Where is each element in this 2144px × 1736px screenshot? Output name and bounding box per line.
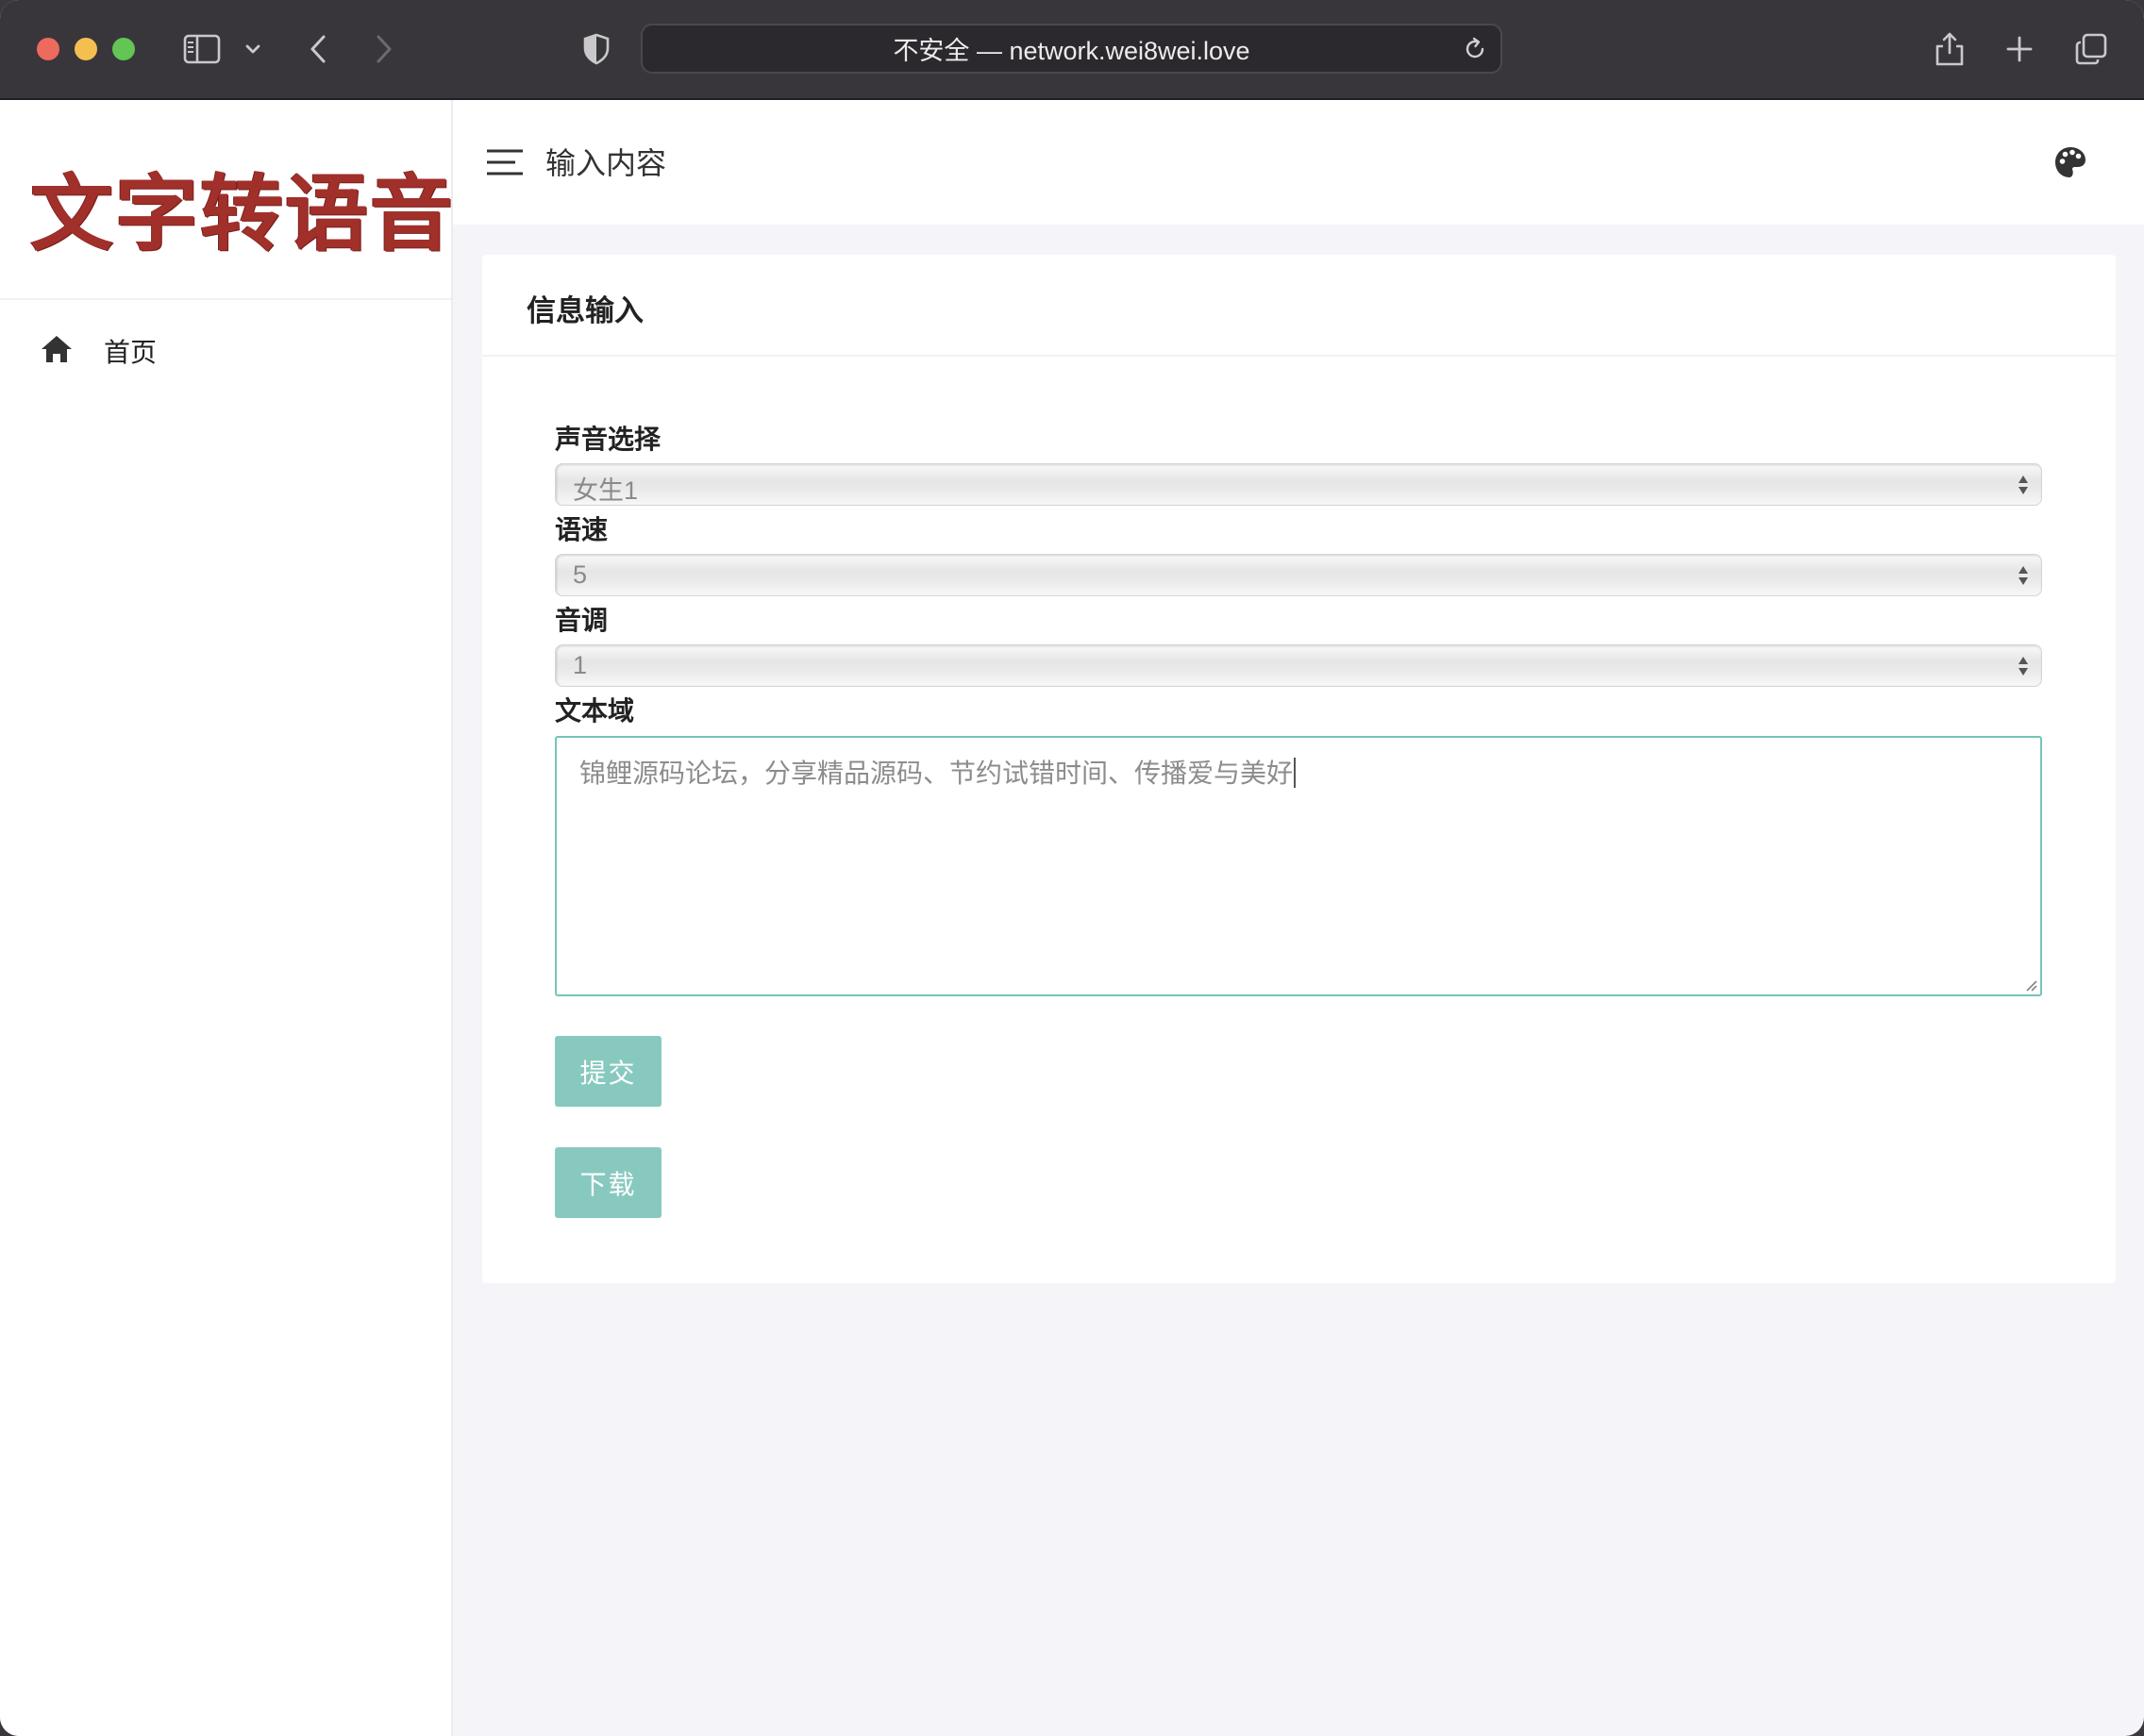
pitch-select[interactable]: 1 — [555, 644, 2042, 687]
tab-overview-icon[interactable] — [2072, 25, 2110, 74]
url-text: 不安全 — network.wei8wei.love — [893, 37, 1250, 65]
palette-icon[interactable] — [2053, 145, 2087, 183]
card-title: 信息输入 — [527, 294, 644, 328]
address-bar[interactable]: 不安全 — network.wei8wei.love — [641, 24, 1502, 74]
voice-label: 声音选择 — [555, 424, 662, 455]
voice-select[interactable]: 女生1 — [555, 463, 2042, 506]
new-tab-icon[interactable] — [2002, 25, 2036, 74]
privacy-shield-icon[interactable] — [579, 25, 613, 74]
minimize-window-button[interactable] — [75, 38, 97, 60]
speed-select-value: 5 — [573, 560, 588, 589]
back-icon[interactable] — [302, 25, 334, 74]
text-label: 文本域 — [555, 695, 635, 726]
chevron-down-icon[interactable] — [242, 25, 264, 74]
text-caret — [1294, 758, 1297, 788]
download-button[interactable]: 下载 — [555, 1147, 662, 1218]
resize-handle-icon[interactable] — [2023, 977, 2038, 993]
close-window-button[interactable] — [37, 38, 59, 60]
forward-icon[interactable] — [368, 25, 400, 74]
text-area-value: 锦鲤源码论坛，分享精品源码、节约试错时间、传播爱与美好 — [579, 753, 1297, 791]
home-icon — [38, 333, 75, 369]
info-input-card: 信息输入 声音选择 女生1 语速 5 音调 1 文本域 锦鲤源码论坛，分享精品源… — [482, 255, 2116, 1283]
pitch-select-value: 1 — [573, 651, 588, 679]
pitch-label: 音调 — [555, 605, 609, 636]
sidebar-item-label: 首页 — [104, 337, 158, 368]
select-arrows-icon — [2018, 476, 2028, 494]
sidebar-divider — [0, 298, 451, 300]
sidebar: 文字转语音 首页 — [0, 100, 453, 1736]
reload-icon[interactable] — [1461, 35, 1489, 63]
card-header: 信息输入 — [482, 255, 2116, 357]
top-header: 输入内容 — [453, 100, 2144, 225]
select-arrows-icon — [2018, 657, 2028, 676]
site-logo[interactable]: 文字转语音 — [30, 155, 453, 262]
text-area[interactable]: 锦鲤源码论坛，分享精品源码、节约试错时间、传播爱与美好 — [555, 736, 2042, 996]
sidebar-toggle-icon[interactable] — [181, 25, 223, 74]
sidebar-item-home[interactable]: 首页 — [38, 323, 157, 379]
share-icon[interactable] — [1933, 25, 1967, 74]
browser-toolbar: 不安全 — network.wei8wei.love — [0, 0, 2144, 100]
voice-select-value: 女生1 — [573, 476, 639, 505]
hamburger-menu-icon[interactable] — [485, 147, 525, 177]
speed-label: 语速 — [555, 514, 609, 545]
page-title: 输入内容 — [545, 145, 667, 181]
submit-button[interactable]: 提交 — [555, 1036, 662, 1107]
speed-select[interactable]: 5 — [555, 554, 2042, 596]
zoom-window-button[interactable] — [112, 38, 135, 60]
browser-window: 不安全 — network.wei8wei.love 文字转语音 首页 输入内容… — [0, 0, 2144, 1736]
select-arrows-icon — [2018, 566, 2028, 585]
